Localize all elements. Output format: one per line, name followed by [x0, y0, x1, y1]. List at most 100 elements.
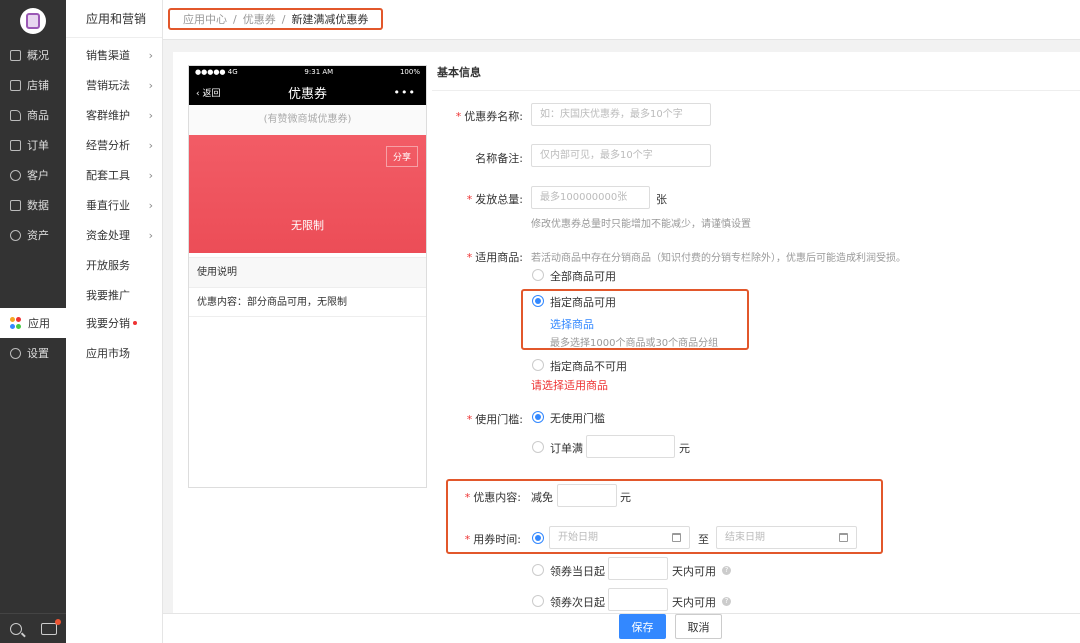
radio-excluded-goods[interactable]: [532, 359, 544, 371]
option-same-day: 领券当日起: [550, 565, 605, 578]
select-goods-link[interactable]: 选择商品: [550, 316, 594, 332]
divider: [432, 90, 1080, 91]
cancel-button[interactable]: 取消: [675, 614, 722, 639]
coupon-preview: ●●●●● 4G 9:31 AM 100% ‹ 返回 优惠券 ••• (有赞微商…: [188, 65, 427, 488]
chevron-right-icon: ›: [148, 198, 153, 212]
sidebar-item-apps[interactable]: 应用: [0, 308, 66, 338]
chevron-right-icon: ›: [148, 138, 153, 152]
sub-item-marketing[interactable]: 营销玩法 ›: [66, 70, 163, 100]
min-order-input[interactable]: [586, 435, 675, 458]
coupon-condition: 无限制: [291, 219, 324, 232]
breadcrumb: 应用中心 / 优惠券 / 新建满减优惠券: [168, 8, 384, 30]
status-bar: ●●●●● 4G 9:31 AM 100%: [195, 68, 420, 76]
goods-hint: 若活动商品中存在分销商品（知识付费的分销专栏除外），优惠后可能造成利润受损。: [531, 253, 906, 264]
threshold-label: * 使用门槛:: [466, 413, 523, 426]
chevron-right-icon: ›: [148, 168, 153, 182]
sub-item-distribution[interactable]: 我要分销: [66, 308, 163, 338]
min-order-unit: 元: [679, 442, 690, 455]
order-icon: [10, 139, 21, 151]
coupon-name-label: * 优惠券名称:: [455, 110, 523, 123]
option-excluded-goods: 指定商品不可用: [550, 360, 627, 373]
start-date-input[interactable]: 开始日期: [549, 526, 690, 549]
phone-title: 优惠券: [287, 86, 327, 102]
quantity-hint: 修改优惠券总量时只能增加不能减少，请谨慎设置: [531, 219, 751, 230]
overview-icon: [10, 49, 21, 61]
chevron-right-icon: ›: [148, 228, 153, 242]
sub-item-open-services[interactable]: 开放服务: [66, 250, 163, 280]
discount-input[interactable]: [557, 484, 617, 507]
sub-item-sales-channels[interactable]: 销售渠道 ›: [66, 40, 163, 70]
sub-item-tools[interactable]: 配套工具 ›: [66, 160, 163, 190]
radio-min-order[interactable]: [532, 441, 544, 453]
sidebar-item-customers[interactable]: 客户: [0, 160, 66, 190]
notification-dot: [54, 618, 61, 625]
chat-icon[interactable]: [40, 618, 61, 635]
sidebar-item-store[interactable]: 店铺: [0, 70, 66, 100]
sub-item-app-market[interactable]: 应用市场: [66, 338, 163, 368]
breadcrumb-coupons[interactable]: 优惠券: [243, 11, 276, 27]
coupon-card: 分享 无限制: [189, 135, 426, 257]
customer-icon: [10, 169, 21, 181]
same-day-days-input[interactable]: [608, 557, 668, 580]
radio-date-range[interactable]: [532, 532, 544, 544]
sidebar-item-settings[interactable]: 设置: [0, 338, 66, 368]
search-icon[interactable]: [9, 622, 22, 635]
asset-icon: [10, 229, 21, 241]
phone-header: ●●●●● 4G 9:31 AM 100% ‹ 返回 优惠券 •••: [189, 66, 426, 105]
help-icon[interactable]: ?: [722, 566, 731, 575]
radio-all-goods[interactable]: [532, 269, 544, 281]
quantity-label: * 发放总量:: [466, 193, 523, 206]
sub-item-customer-care[interactable]: 客群维护 ›: [66, 100, 163, 130]
logo-icon: [26, 13, 40, 29]
calendar-icon: [839, 533, 848, 542]
shop-name: (有赞微商城优惠券): [189, 105, 426, 135]
help-icon[interactable]: ?: [722, 597, 731, 606]
sub-item-promotion[interactable]: 我要推广: [66, 280, 163, 310]
chevron-right-icon: ›: [148, 78, 153, 92]
sub-item-analytics[interactable]: 经营分析 ›: [66, 130, 163, 160]
radio-specified-goods[interactable]: [532, 295, 544, 307]
sidebar-item-orders[interactable]: 订单: [0, 130, 66, 160]
quantity-unit: 张: [656, 193, 667, 206]
instructions-detail: 优惠内容：部分商品可用，无限制: [189, 287, 426, 317]
same-day-unit: 天内可用: [672, 565, 716, 578]
section-title: 基本信息: [437, 66, 481, 79]
breadcrumb-app-center[interactable]: 应用中心: [183, 11, 227, 27]
save-button[interactable]: 保存: [619, 614, 666, 639]
end-date-input[interactable]: 结束日期: [716, 526, 857, 549]
sidebar-item-overview[interactable]: 概况: [0, 40, 66, 70]
sidebar-item-products[interactable]: 商品: [0, 100, 66, 130]
sub-item-industries[interactable]: 垂直行业 ›: [66, 190, 163, 220]
page-header: 应用中心 / 优惠券 / 新建满减优惠券: [163, 0, 1080, 40]
radio-next-day[interactable]: [532, 595, 544, 607]
breadcrumb-current: 新建满减优惠券: [291, 13, 369, 26]
radio-same-day[interactable]: [532, 564, 544, 576]
next-day-days-input[interactable]: [608, 588, 668, 611]
notification-dot: [133, 321, 137, 325]
sidebar-item-data[interactable]: 数据: [0, 190, 66, 220]
sidebar-item-assets[interactable]: 资产: [0, 220, 66, 250]
quantity-input[interactable]: 最多100000000张: [531, 186, 650, 209]
date-range-separator: 至: [698, 533, 709, 546]
tag-icon: [10, 109, 21, 121]
sub-item-funds[interactable]: 资金处理 ›: [66, 220, 163, 250]
remark-label: 名称备注:: [475, 152, 523, 165]
breadcrumb-separator: /: [281, 12, 286, 26]
sidebar-footer: [0, 613, 66, 643]
main-sidebar: 概况 店铺 商品 订单 客户 数据 资产 应用 设置: [0, 0, 66, 643]
discount-label: * 优惠内容:: [464, 491, 521, 504]
logo[interactable]: [20, 8, 46, 34]
chart-icon: [10, 199, 21, 211]
calendar-icon: [672, 533, 681, 542]
apps-icon: [10, 317, 22, 329]
option-all-goods: 全部商品可用: [550, 270, 616, 283]
period-label: * 用券时间:: [464, 533, 521, 546]
share-button: 分享: [385, 146, 418, 167]
gear-icon: [10, 347, 21, 359]
remark-input[interactable]: 仅内部可见，最多10个字: [531, 144, 711, 167]
coupon-name-input[interactable]: 如：庆国庆优惠券，最多10个字: [531, 103, 711, 126]
discount-prefix: 减免: [531, 491, 553, 504]
store-icon: [10, 79, 21, 91]
chevron-right-icon: ›: [148, 108, 153, 122]
radio-no-threshold[interactable]: [532, 411, 544, 423]
